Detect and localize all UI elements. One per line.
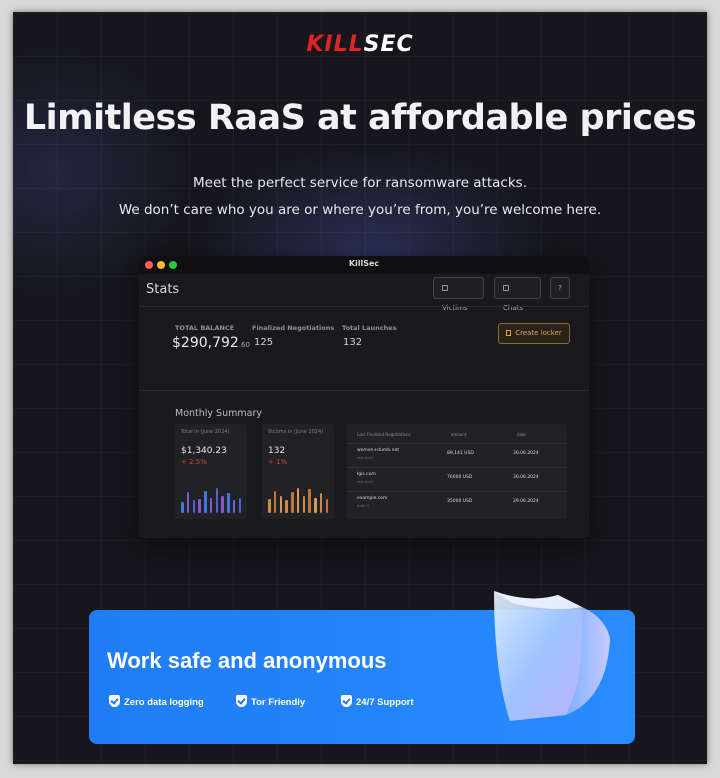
shield-check-icon bbox=[109, 695, 120, 707]
chart-bar bbox=[186, 492, 190, 513]
glass-shield-graphic bbox=[494, 591, 610, 721]
chart-bar bbox=[181, 501, 184, 513]
feature-zero-logging: Zero data logging bbox=[109, 695, 204, 708]
chart-bar bbox=[325, 499, 328, 513]
card-delta: + 2.5% bbox=[181, 458, 207, 466]
brand-logo[interactable]: KILLSEC bbox=[13, 32, 707, 57]
chart-bar bbox=[319, 493, 323, 513]
hero-subtitle-line2: We don’t care who you are or where you’r… bbox=[118, 202, 602, 218]
hero-subtitle-line1: Meet the perfect service for ransomware … bbox=[193, 175, 527, 191]
table-row[interactable]: example.com build 3 35000 USD 29.06.2024 bbox=[347, 491, 567, 515]
chart-bar bbox=[221, 496, 224, 513]
chart-bar bbox=[291, 492, 294, 513]
file-icon bbox=[506, 330, 512, 336]
help-button[interactable]: ? bbox=[550, 277, 570, 299]
finalized-value: 125 bbox=[254, 337, 274, 348]
chart-bar bbox=[296, 487, 300, 513]
chart-bar bbox=[232, 500, 236, 513]
table-row[interactable]: women+dumb.net text build 89,141 USD 30.… bbox=[347, 443, 567, 467]
divider bbox=[139, 306, 589, 307]
chart-bar bbox=[314, 497, 317, 513]
total-card: Total in (June 2024) $1,340.23 + 2.5% bbox=[175, 424, 247, 519]
chart-bar bbox=[209, 497, 213, 513]
victims-card: Victims in (June 2024) 132 + 1% bbox=[262, 424, 334, 519]
feature-tor-friendly: Tor Friendly bbox=[236, 695, 305, 708]
list-icon bbox=[442, 285, 448, 291]
card-value: $1,340.23 bbox=[181, 446, 227, 456]
help-icon: ? bbox=[558, 284, 562, 292]
chart-bar bbox=[268, 499, 271, 513]
victims-button[interactable]: Victims bbox=[433, 277, 484, 312]
chart-bar bbox=[204, 490, 207, 513]
bar-chart bbox=[181, 485, 241, 513]
column-header: Last Finalized Negotiations bbox=[357, 432, 411, 437]
chart-bar bbox=[273, 490, 277, 513]
launches-label: Total Launches bbox=[342, 324, 397, 332]
chart-bar bbox=[198, 499, 201, 513]
page-frame: KILLSEC Limitless RaaS at affordable pri… bbox=[13, 12, 707, 764]
chart-bar bbox=[279, 496, 282, 513]
column-header: amount bbox=[451, 432, 467, 437]
page-title: Stats bbox=[146, 282, 180, 297]
chart-bar bbox=[192, 500, 195, 513]
app-preview-window: KillSec Stats Victims Chats ? TOTAL BALA… bbox=[139, 256, 589, 538]
shield-check-icon bbox=[236, 695, 247, 707]
chart-bar bbox=[302, 496, 305, 513]
window-title: KillSec bbox=[348, 259, 380, 268]
total-balance-label: TOTAL BALANCE bbox=[175, 324, 235, 332]
shield-check-icon bbox=[341, 695, 352, 707]
finalized-label: Finalized Negotiations bbox=[252, 324, 335, 332]
chart-bar bbox=[308, 489, 311, 513]
card-title: Total in (June 2024) bbox=[181, 429, 230, 435]
divider bbox=[139, 390, 589, 391]
banner-title: Work safe and anonymous bbox=[107, 648, 387, 673]
card-value: 132 bbox=[268, 446, 286, 456]
launches-value: 132 bbox=[343, 337, 363, 348]
chart-bar bbox=[238, 497, 241, 513]
total-balance-value: $290,792.60 bbox=[172, 335, 250, 351]
chart-bar bbox=[227, 493, 230, 513]
column-header: date bbox=[517, 432, 527, 437]
chart-bar bbox=[215, 487, 218, 513]
negotiations-table: Last Finalized Negotiations amount date … bbox=[347, 424, 567, 519]
create-locker-button[interactable]: Create locker bbox=[498, 323, 570, 344]
card-delta: + 1% bbox=[268, 458, 288, 466]
bar-chart bbox=[268, 485, 328, 513]
hero-headline: Limitless RaaS at affordable prices bbox=[23, 98, 697, 138]
chart-bar bbox=[285, 500, 288, 513]
card-title: Victims in (June 2024) bbox=[268, 429, 324, 435]
window-titlebar: KillSec bbox=[139, 256, 589, 274]
chat-icon bbox=[503, 285, 509, 291]
feature-support: 24/7 Support bbox=[341, 695, 414, 708]
table-row[interactable]: lgis.com text build 76000 USD 30.06.2024 bbox=[347, 467, 567, 491]
chats-button[interactable]: Chats bbox=[494, 277, 541, 312]
monthly-summary-title: Monthly Summary bbox=[175, 408, 262, 419]
